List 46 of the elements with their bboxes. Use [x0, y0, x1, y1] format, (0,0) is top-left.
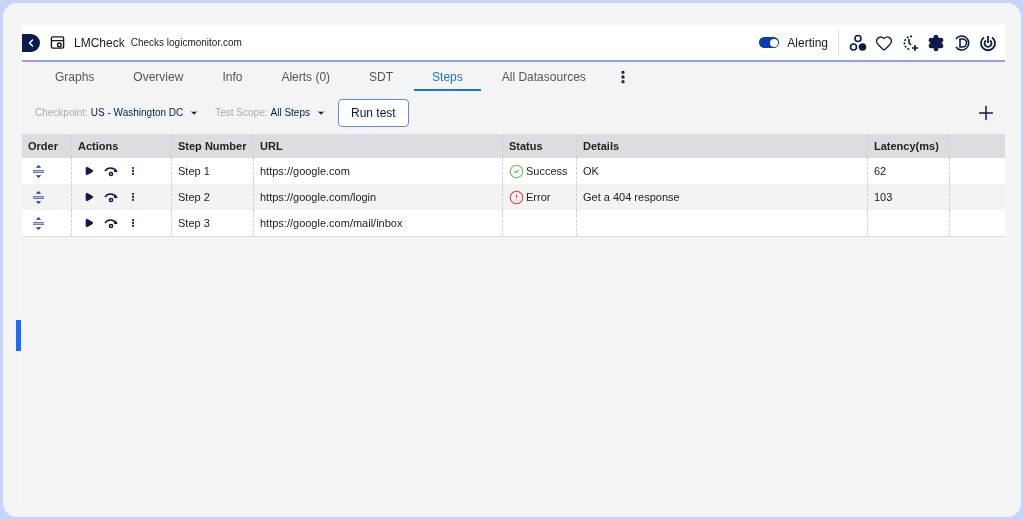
tab[interactable]: Overview: [115, 65, 202, 91]
power-gauge-icon[interactable]: [979, 33, 997, 52]
tab[interactable]: Graphs: [37, 65, 113, 91]
alerting-label: Alerting: [787, 34, 828, 52]
monitor-icon: [50, 35, 65, 50]
eye-arc-icon[interactable]: [104, 165, 118, 177]
success-icon: [509, 163, 524, 179]
alerting-toggle[interactable]: [759, 37, 780, 48]
heart-icon[interactable]: [875, 33, 893, 52]
play-icon[interactable]: [84, 166, 94, 176]
tab[interactable]: Alerts (0): [263, 65, 349, 91]
back-button[interactable]: [22, 33, 40, 52]
eye-arc-icon[interactable]: [104, 191, 118, 203]
details-text: Get a 404 response: [583, 189, 680, 205]
url-text: https://google.com: [260, 163, 350, 179]
tab[interactable]: Steps: [414, 65, 481, 91]
step-number: Step 3: [178, 215, 210, 231]
scroll-indicator[interactable]: [16, 319, 21, 351]
tab[interactable]: SDT: [351, 65, 412, 91]
eye-arc-icon[interactable]: [104, 217, 118, 229]
page-subtitle: Checks logicmonitor.com: [130, 36, 242, 50]
tab[interactable]: Info: [204, 65, 261, 91]
nodes-icon[interactable]: [849, 33, 867, 52]
play-icon[interactable]: [84, 218, 94, 228]
error-icon: [509, 189, 524, 205]
test-scope-dropdown[interactable]: Test Scope: All Steps: [215, 105, 326, 120]
step-number: Step 1: [178, 163, 210, 179]
drag-handle-icon[interactable]: [32, 164, 45, 178]
drag-handle-icon[interactable]: [32, 190, 45, 204]
status-text: Success: [526, 163, 568, 179]
url-text: https://google.com/mail/inbox: [260, 215, 403, 231]
url-text: https://google.com/login: [260, 189, 377, 205]
app-name: LMCheck: [74, 34, 125, 52]
details-text: OK: [583, 163, 599, 179]
latency-value: 62: [874, 163, 887, 179]
step-number: Step 2: [178, 189, 210, 205]
settings-icon[interactable]: [927, 33, 945, 52]
latency-value: 103: [874, 189, 893, 205]
tab[interactable]: All Datasources: [483, 65, 604, 91]
d-badge-icon[interactable]: [953, 33, 971, 52]
run-test-button[interactable]: Run test: [338, 98, 409, 127]
checkpoint-dropdown[interactable]: Checkpoint: US - Washington DC: [35, 105, 200, 120]
clock-plus-icon[interactable]: [901, 33, 919, 52]
play-icon[interactable]: [84, 192, 94, 202]
status-text: Error: [526, 189, 551, 205]
drag-handle-icon[interactable]: [32, 216, 45, 230]
